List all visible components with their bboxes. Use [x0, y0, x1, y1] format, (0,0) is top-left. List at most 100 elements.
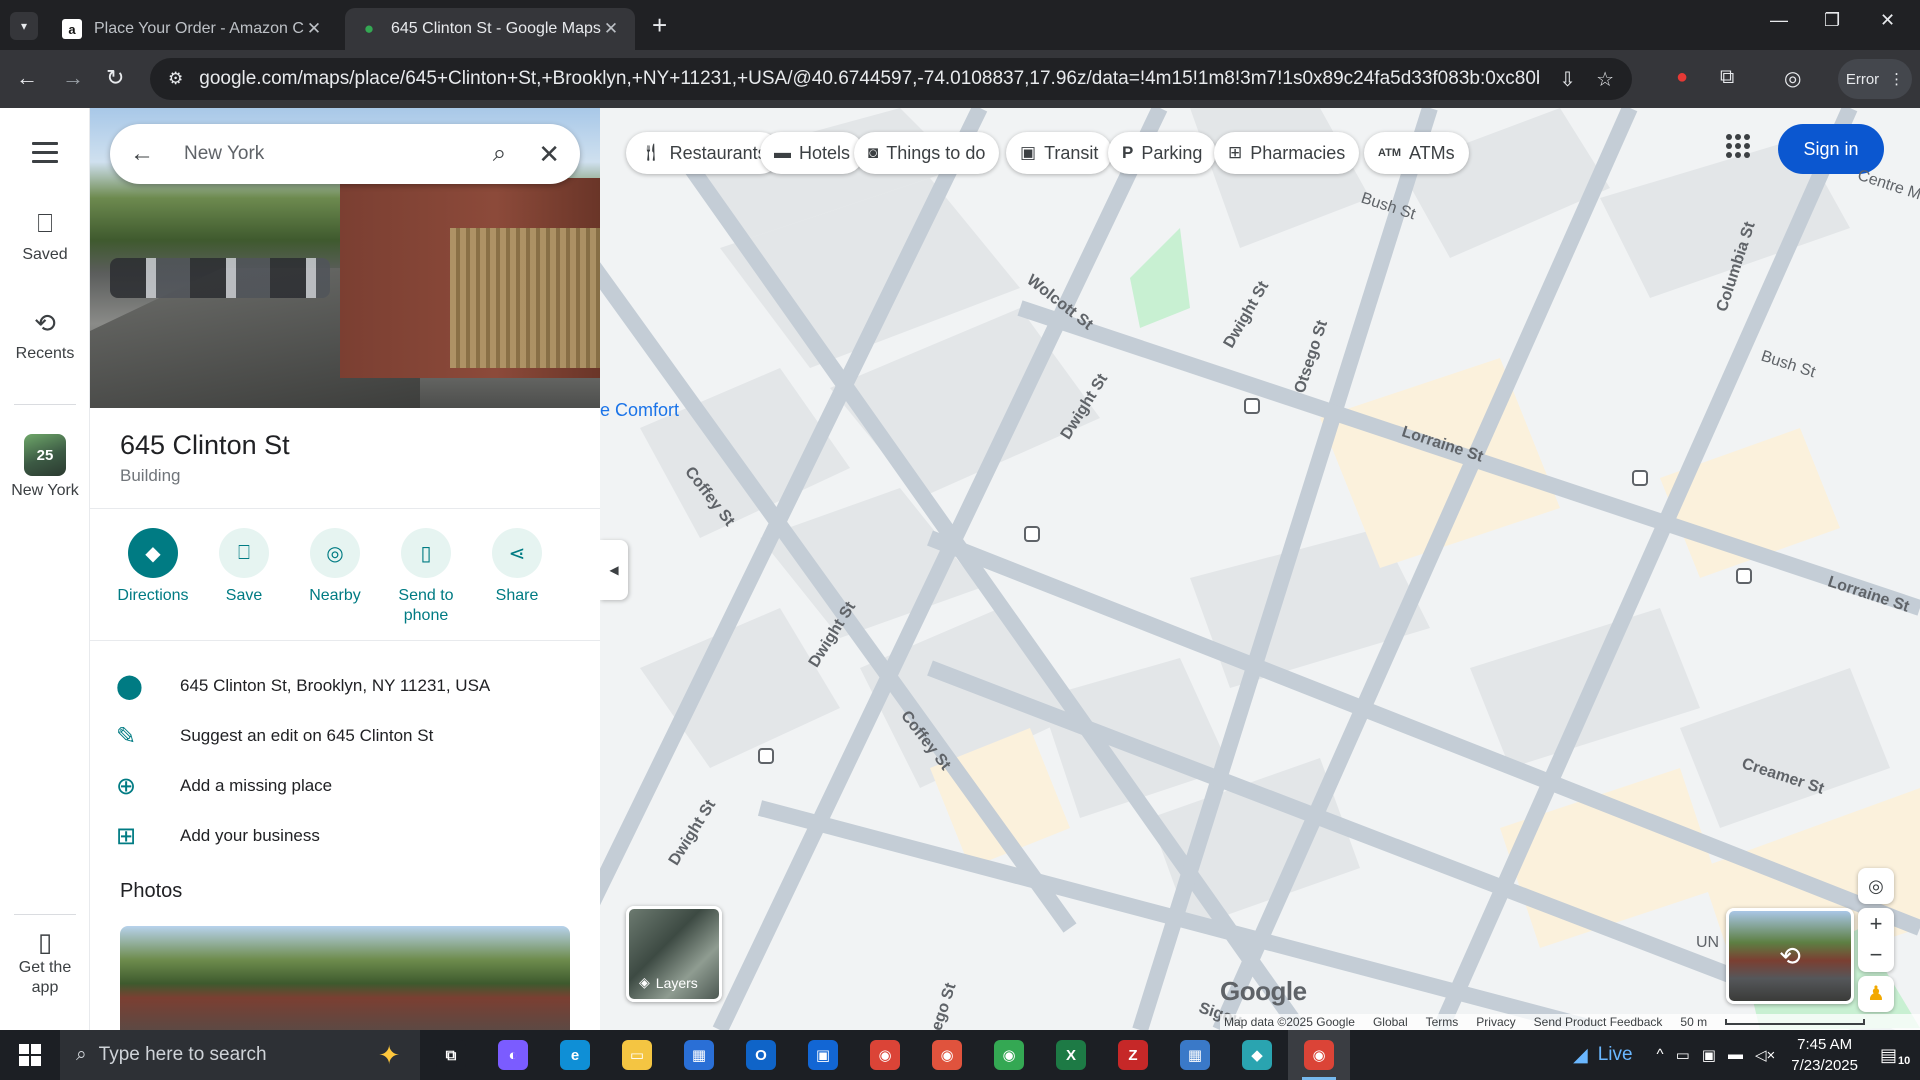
save-button[interactable]: ⎕ Save — [194, 528, 294, 606]
chip-hotels[interactable]: ▬ Hotels — [760, 132, 865, 174]
saved-button[interactable]: ⎕ Saved — [0, 208, 90, 264]
scale-bar[interactable] — [1725, 1019, 1866, 1025]
add-business-row[interactable]: ⊞ Add your business — [90, 816, 600, 856]
chip-things-to-do[interactable]: ◙ Things to do — [854, 132, 1000, 174]
install-app-icon[interactable]: ⇩ — [1559, 67, 1576, 92]
taskbar-app-button[interactable]: X — [1040, 1030, 1102, 1080]
taskbar-app-button[interactable]: ◐ — [482, 1030, 544, 1080]
taskbar-app-button[interactable]: ▣ — [792, 1030, 854, 1080]
notification-center-button[interactable]: ▤ 10 — [1880, 1045, 1920, 1067]
profile-error-button[interactable]: Error ⋮ — [1838, 59, 1912, 99]
profile-icon[interactable]: ◎ — [1784, 66, 1801, 91]
my-location-button[interactable]: ◎ — [1858, 868, 1894, 904]
close-window-icon[interactable]: ✕ — [1880, 10, 1895, 31]
restore-icon[interactable]: ❐ — [1824, 10, 1840, 31]
taskbar-app-button[interactable]: e — [544, 1030, 606, 1080]
chip-pharmacies[interactable]: ⊞ Pharmacies — [1214, 132, 1360, 174]
tab-amazon-order[interactable]: a Place Your Order - Amazon Che ✕ — [48, 8, 338, 50]
chip-transit[interactable]: ▣ Transit — [1006, 132, 1113, 174]
tab-close-icon[interactable]: ✕ — [601, 19, 621, 39]
back-icon[interactable]: ← — [16, 66, 38, 90]
place-photo-thumbnail[interactable] — [120, 926, 570, 1030]
clock[interactable]: 7:45 AM 7/23/2025 — [1791, 1034, 1858, 1076]
taskbar-app-button[interactable]: ◉ — [1288, 1030, 1350, 1080]
zoom-in-button[interactable]: + — [1858, 908, 1894, 939]
scale-label[interactable]: 50 m — [1680, 1015, 1707, 1029]
collapse-panel-button[interactable]: ◀ — [600, 540, 628, 600]
nearby-button[interactable]: ◎ Nearby — [285, 528, 385, 606]
notification-count: 10 — [1898, 1054, 1911, 1067]
pegman-button[interactable]: ♟ — [1858, 976, 1894, 1012]
reload-icon[interactable]: ↻ — [106, 66, 124, 90]
menu-icon[interactable] — [32, 142, 58, 169]
search-icon[interactable]: ⌕ — [493, 140, 506, 168]
send-to-phone-button[interactable]: ▯ Send to phone — [376, 528, 476, 626]
start-button[interactable] — [0, 1030, 60, 1080]
poi-label[interactable]: e Comfort — [600, 400, 679, 421]
taskbar-app-button[interactable]: ◉ — [916, 1030, 978, 1080]
volume-muted-icon[interactable]: ◁× — [1755, 1046, 1775, 1064]
battery-icon[interactable]: ▬ — [1728, 1046, 1743, 1064]
bus-stop-icon[interactable] — [1736, 568, 1752, 584]
taskbar-search-box[interactable]: ⌕ Type here to search ✦ — [60, 1030, 420, 1080]
atm-icon: ATM — [1378, 147, 1402, 159]
display-icon[interactable]: ▭ — [1676, 1046, 1690, 1064]
zoom-out-button[interactable]: − — [1858, 939, 1894, 970]
taskbar-app-button[interactable]: ⧉ — [420, 1030, 482, 1080]
tab-close-icon[interactable]: ✕ — [304, 19, 324, 39]
recents-button[interactable]: ⟲ Recents — [0, 308, 90, 363]
taskbar-app-button[interactable]: Z — [1102, 1030, 1164, 1080]
address-bar[interactable]: ⚙ google.com/maps/place/645+Clinton+St,+… — [150, 58, 1632, 100]
more-menu-icon[interactable]: ⋮ — [1889, 70, 1904, 88]
suggest-edit-row[interactable]: ✎ Suggest an edit on 645 Clinton St — [90, 716, 600, 756]
chip-atms[interactable]: ATM ATMs — [1364, 132, 1469, 174]
live-widget[interactable]: ◢ Live — [1573, 1044, 1632, 1067]
tab-google-maps[interactable]: ● 645 Clinton St - Google Maps ✕ — [345, 8, 635, 50]
taskbar-app-button[interactable]: ◉ — [854, 1030, 916, 1080]
bus-stop-icon[interactable] — [1244, 398, 1260, 414]
address-row[interactable]: ⬤ 645 Clinton St, Brooklyn, NY 11231, US… — [90, 666, 600, 706]
extension-red-icon[interactable]: ● — [1676, 66, 1688, 89]
bus-stop-icon[interactable] — [1024, 526, 1040, 542]
forward-icon[interactable]: → — [62, 66, 84, 90]
privacy-link[interactable]: Privacy — [1476, 1015, 1515, 1029]
directions-button[interactable]: ◆ Directions — [103, 528, 203, 606]
bus-stop-icon[interactable] — [1632, 470, 1648, 486]
terms-link[interactable]: Terms — [1426, 1015, 1459, 1029]
sign-in-button[interactable]: Sign in — [1778, 124, 1884, 174]
taskbar-app-button[interactable]: ◆ — [1226, 1030, 1288, 1080]
global-link[interactable]: Global — [1373, 1015, 1408, 1029]
taskbar-app-button[interactable]: ▭ — [606, 1030, 668, 1080]
minimize-icon[interactable]: — — [1770, 10, 1788, 31]
clear-search-icon[interactable]: ✕ — [538, 139, 560, 170]
google-apps-icon[interactable] — [1726, 134, 1750, 158]
device-icon[interactable]: ▣ — [1702, 1046, 1716, 1064]
back-arrow-icon[interactable]: ← — [130, 140, 162, 168]
tab-search-button[interactable]: ▾ — [10, 12, 38, 40]
search-highlight-icon: ✦ — [378, 1039, 400, 1070]
bookmark-star-icon[interactable]: ☆ — [1596, 67, 1614, 92]
share-button[interactable]: ⋖ Share — [467, 528, 567, 606]
bus-stop-icon[interactable] — [758, 748, 774, 764]
extensions-puzzle-icon[interactable]: ⧉ — [1720, 66, 1734, 89]
get-app-button[interactable]: ▯ Get the app — [0, 929, 90, 998]
url-text[interactable]: google.com/maps/place/645+Clinton+St,+Br… — [199, 68, 1539, 90]
recent-place-new-york[interactable]: 25 New York — [0, 434, 90, 500]
search-input[interactable]: New York — [184, 143, 493, 165]
layers-button[interactable]: ◈ Layers — [626, 906, 722, 1002]
add-missing-place-row[interactable]: ⊕ Add a missing place — [90, 766, 600, 806]
chip-parking[interactable]: P Parking — [1108, 132, 1217, 174]
directions-icon: ◆ — [128, 528, 178, 578]
show-hidden-icons-icon[interactable]: ^ — [1657, 1046, 1664, 1064]
street-view-thumbnail[interactable]: ⟲ — [1726, 908, 1854, 1004]
map-canvas[interactable]: 🍴︎ Restaurants ▬ Hotels ◙ Things to do ▣ Tra… — [600, 108, 1920, 1030]
chip-restaurants[interactable]: 🍴︎ Restaurants — [626, 132, 781, 174]
taskbar-app-button[interactable]: ▦ — [668, 1030, 730, 1080]
taskbar-app-button[interactable]: O — [730, 1030, 792, 1080]
site-settings-icon[interactable]: ⚙ — [168, 69, 183, 89]
new-tab-button[interactable]: + — [652, 12, 667, 38]
taskbar-app-button[interactable]: ▦ — [1164, 1030, 1226, 1080]
search-box[interactable]: ← New York ⌕ ✕ — [110, 124, 580, 184]
feedback-link[interactable]: Send Product Feedback — [1534, 1015, 1663, 1029]
taskbar-app-button[interactable]: ◉ — [978, 1030, 1040, 1080]
